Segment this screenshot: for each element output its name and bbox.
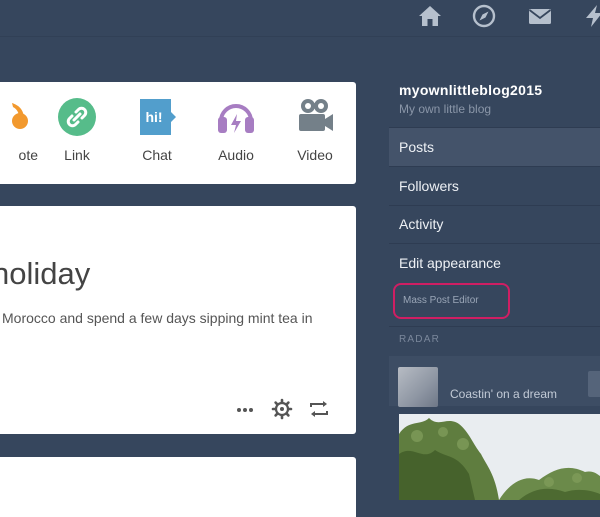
post-card bbox=[0, 457, 356, 517]
audio-icon bbox=[216, 97, 256, 137]
chat-icon: hi! bbox=[137, 97, 177, 137]
sidebar-divider bbox=[389, 326, 600, 327]
link-icon bbox=[57, 97, 97, 137]
post-type-chat[interactable]: hi! Chat bbox=[127, 97, 187, 163]
activity-icon[interactable] bbox=[582, 3, 600, 29]
radar-header: RADAR bbox=[399, 334, 441, 345]
post-type-label: ote bbox=[18, 147, 38, 163]
post-type-audio[interactable]: Audio bbox=[206, 97, 266, 163]
explore-icon[interactable] bbox=[471, 3, 497, 29]
radar-blog-name[interactable]: Coastin' on a dream bbox=[450, 387, 557, 401]
mass-post-editor-label: Mass Post Editor bbox=[403, 295, 479, 306]
follow-button[interactable] bbox=[588, 371, 600, 397]
sidebar-item-activity[interactable]: Activity bbox=[389, 205, 600, 243]
nav-divider bbox=[0, 36, 600, 37]
post-type-selector: ote Link hi! Chat Audio Video bbox=[0, 82, 356, 184]
post-card: holiday Morocco and spend a few days sip… bbox=[0, 206, 356, 434]
reblog-icon[interactable] bbox=[308, 398, 330, 420]
video-icon bbox=[295, 97, 335, 137]
avatar[interactable] bbox=[398, 367, 438, 407]
inbox-icon[interactable] bbox=[527, 3, 553, 29]
blog-name[interactable]: myownlittleblog2015 bbox=[399, 82, 542, 98]
more-icon[interactable] bbox=[234, 398, 256, 420]
settings-icon[interactable] bbox=[271, 398, 293, 420]
post-type-quote[interactable]: ote bbox=[0, 97, 40, 163]
post-body: Morocco and spend a few days sipping min… bbox=[2, 310, 313, 326]
chat-badge-text: hi! bbox=[145, 109, 162, 125]
sidebar-item-posts[interactable]: Posts bbox=[389, 128, 600, 166]
sidebar-item-edit-appearance[interactable]: Edit appearance bbox=[389, 244, 600, 282]
post-type-link[interactable]: Link bbox=[47, 97, 107, 163]
sidebar-item-followers[interactable]: Followers bbox=[389, 167, 600, 205]
radar-post-image[interactable] bbox=[399, 414, 600, 500]
post-title: holiday bbox=[0, 256, 91, 291]
blog-description: My own little blog bbox=[399, 102, 492, 116]
post-type-label: Chat bbox=[142, 147, 172, 163]
post-type-video[interactable]: Video bbox=[285, 97, 345, 163]
post-type-label: Audio bbox=[218, 147, 254, 163]
home-icon[interactable] bbox=[417, 3, 443, 29]
post-actions bbox=[234, 398, 334, 420]
top-navigation bbox=[0, 0, 600, 33]
post-type-label: Link bbox=[64, 147, 90, 163]
radar-blog[interactable]: Coastin' on a dream bbox=[389, 356, 600, 407]
post-type-label: Video bbox=[297, 147, 333, 163]
quote-icon bbox=[0, 97, 30, 137]
mass-post-editor-link[interactable]: Mass Post Editor bbox=[393, 283, 510, 319]
